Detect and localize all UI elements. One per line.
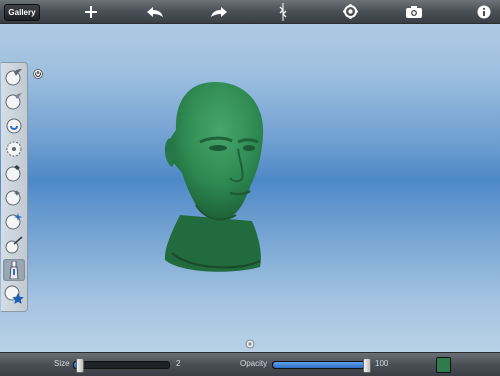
undo-icon[interactable] xyxy=(146,3,164,20)
crease-tool-icon[interactable] xyxy=(3,234,25,256)
symmetry-icon[interactable] xyxy=(274,2,292,21)
grab-tool-icon[interactable] xyxy=(3,114,25,136)
mask-tool-icon[interactable] xyxy=(3,284,25,306)
draw-tool-icon[interactable] xyxy=(3,66,25,88)
gallery-button[interactable]: Gallery xyxy=(4,4,40,21)
layer-tool-icon[interactable] xyxy=(3,210,25,232)
plus-icon[interactable] xyxy=(82,3,100,20)
settings-icon[interactable] xyxy=(341,3,359,20)
opacity-label: Opacity xyxy=(240,359,268,368)
opacity-slider[interactable] xyxy=(272,358,371,373)
smooth-tool-icon[interactable] xyxy=(3,90,25,112)
tool-palette xyxy=(1,62,28,312)
camera-icon[interactable] xyxy=(405,3,423,20)
power-icon[interactable] xyxy=(33,66,43,79)
opacity-slider-fill xyxy=(273,362,366,368)
size-value: 2 xyxy=(176,359,181,368)
size-slider-knob[interactable] xyxy=(75,358,84,373)
bottom-toolbar: Size 2 Opacity 100 xyxy=(0,352,500,376)
sculpt-head-model[interactable] xyxy=(150,75,275,280)
flatten-tool-icon[interactable] xyxy=(3,162,25,184)
paint-tool-icon[interactable] xyxy=(3,259,25,281)
inflate-tool-icon[interactable] xyxy=(3,186,25,208)
size-label: Size xyxy=(54,359,70,368)
opacity-slider-knob[interactable] xyxy=(363,358,371,373)
size-slider[interactable] xyxy=(73,358,170,373)
opacity-value: 100 xyxy=(375,359,389,368)
info-icon[interactable] xyxy=(475,3,493,20)
top-toolbar: Gallery xyxy=(0,0,500,24)
paint-color-swatch[interactable] xyxy=(436,357,451,373)
view-reset-handle[interactable] xyxy=(245,336,255,349)
redo-icon[interactable] xyxy=(210,3,228,20)
pinch-tool-icon[interactable] xyxy=(3,138,25,160)
